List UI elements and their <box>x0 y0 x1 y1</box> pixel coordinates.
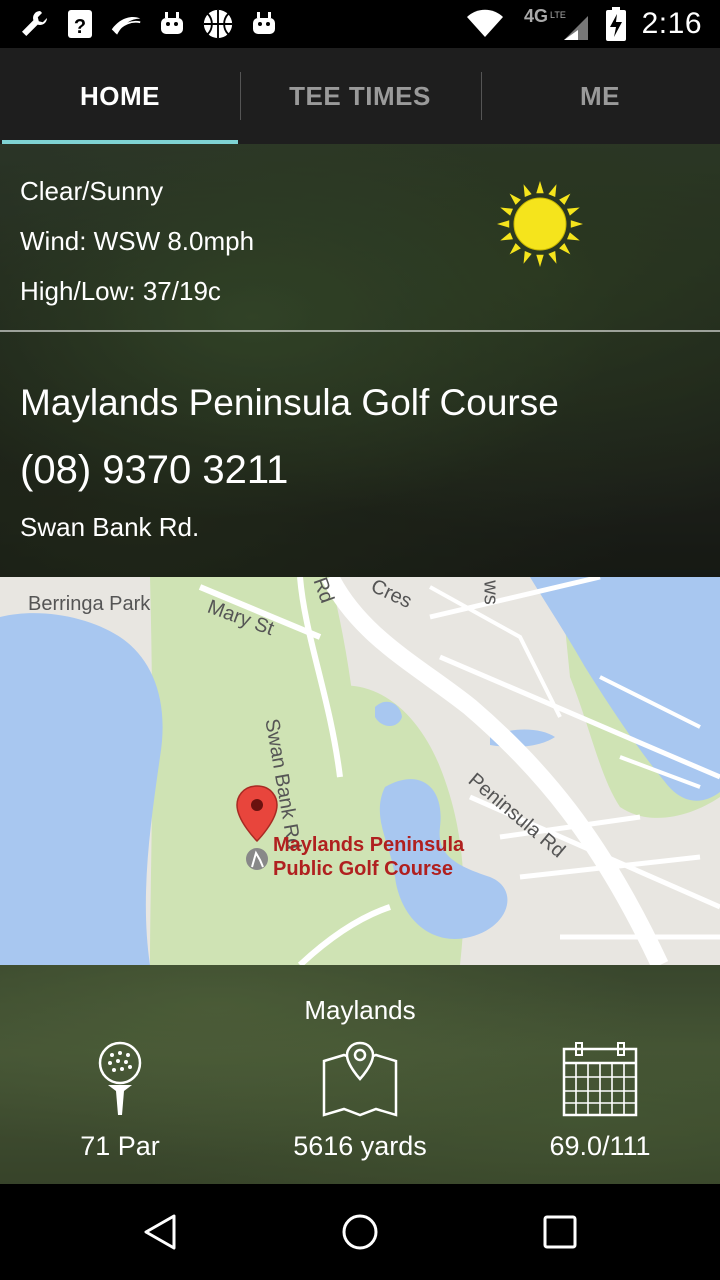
navigation-bar <box>0 1184 720 1280</box>
stat-rating: 69.0/111 <box>480 1039 720 1161</box>
golf-ball-tee-icon <box>98 1041 142 1115</box>
tab-divider <box>240 72 241 120</box>
map-label-ws: ws <box>479 580 502 605</box>
map-poi-label: Maylands Peninsula Public Golf Course <box>273 833 464 881</box>
divider <box>0 330 720 332</box>
rating-value: 69.0/111 <box>549 1131 651 1161</box>
sun-ray <box>500 232 513 241</box>
android-icon <box>156 8 188 40</box>
course-hero: Clear/Sunny Wind: WSW 8.0mph High/Low: 3… <box>0 144 720 577</box>
map-poi-line2: Public Golf Course <box>273 858 454 880</box>
svg-text:?: ? <box>74 16 86 38</box>
weather-wind: Wind: WSW 8.0mph <box>20 226 255 256</box>
sun-ray <box>497 220 510 228</box>
calendar-icon <box>562 1042 638 1117</box>
system-icons: 4G LTE 2:16 <box>466 6 702 41</box>
sun-ray <box>509 193 521 205</box>
weather-panel: Clear/Sunny Wind: WSW 8.0mph High/Low: 3… <box>20 166 254 316</box>
sun-ray <box>548 251 557 264</box>
basketball-icon <box>202 8 234 40</box>
course-phone[interactable]: (08) 9370 3211 <box>20 448 288 493</box>
map-label-berringa-park: Berringa Park <box>28 593 151 615</box>
home-icon[interactable] <box>340 1212 380 1252</box>
wrench-icon <box>18 8 50 40</box>
notification-icons: ? <box>18 8 280 40</box>
tab-bar: HOME TEE TIMES ME <box>0 48 720 144</box>
help-box-icon: ? <box>64 8 96 40</box>
course-address: Swan Bank Rd. <box>20 512 200 542</box>
wifi-icon <box>466 8 504 40</box>
battery-charging-icon <box>604 7 628 41</box>
sun-icon <box>497 181 583 267</box>
par-value: 71 Par <box>80 1131 160 1161</box>
sun-ray <box>536 181 544 194</box>
sun-ray <box>559 193 571 205</box>
sun-ray <box>523 251 532 264</box>
sun-ray <box>559 243 571 255</box>
stat-yards: 5616 yards <box>240 1039 480 1161</box>
status-bar: ? 4G LTE 2:16 <box>0 0 720 48</box>
tab-divider <box>481 72 482 120</box>
map-poi-line1: Maylands Peninsula <box>273 834 465 856</box>
svg-text:4G: 4G <box>524 6 548 26</box>
sun-ray <box>500 207 513 216</box>
tab-home[interactable]: HOME <box>0 48 240 144</box>
sun-ray <box>567 232 580 241</box>
map-canvas <box>0 577 720 965</box>
sun-ray <box>509 243 521 255</box>
back-icon[interactable] <box>140 1212 180 1252</box>
yards-value: 5616 yards <box>293 1131 427 1161</box>
course-short-name: Maylands <box>304 995 416 1025</box>
clock: 2:16 <box>641 7 702 40</box>
weather-condition: Clear/Sunny <box>20 176 164 206</box>
signal-icon: 4G LTE <box>518 6 590 40</box>
sun-ray <box>548 184 557 197</box>
sun-ray <box>523 184 532 197</box>
map-pin-icon <box>322 1041 398 1117</box>
sun-ray <box>570 220 583 228</box>
android-icon <box>248 8 280 40</box>
course-name: Maylands Peninsula Golf Course <box>20 382 559 423</box>
sun-ray <box>536 254 544 267</box>
tab-me[interactable]: ME <box>480 48 720 144</box>
sprint-icon <box>110 8 142 40</box>
sun-ray <box>567 207 580 216</box>
tab-tee-times[interactable]: TEE TIMES <box>240 48 480 144</box>
course-map[interactable]: Berringa Park Mary St Swan Bank Rd Penin… <box>0 577 720 965</box>
stat-par: 71 Par <box>0 1039 240 1161</box>
course-stats: Maylands 71 Par 5616 yards 69.0/111 <box>0 965 720 1184</box>
weather-high-low: High/Low: 37/19c <box>20 276 221 306</box>
svg-text:LTE: LTE <box>550 10 566 20</box>
recents-icon[interactable] <box>540 1212 580 1252</box>
